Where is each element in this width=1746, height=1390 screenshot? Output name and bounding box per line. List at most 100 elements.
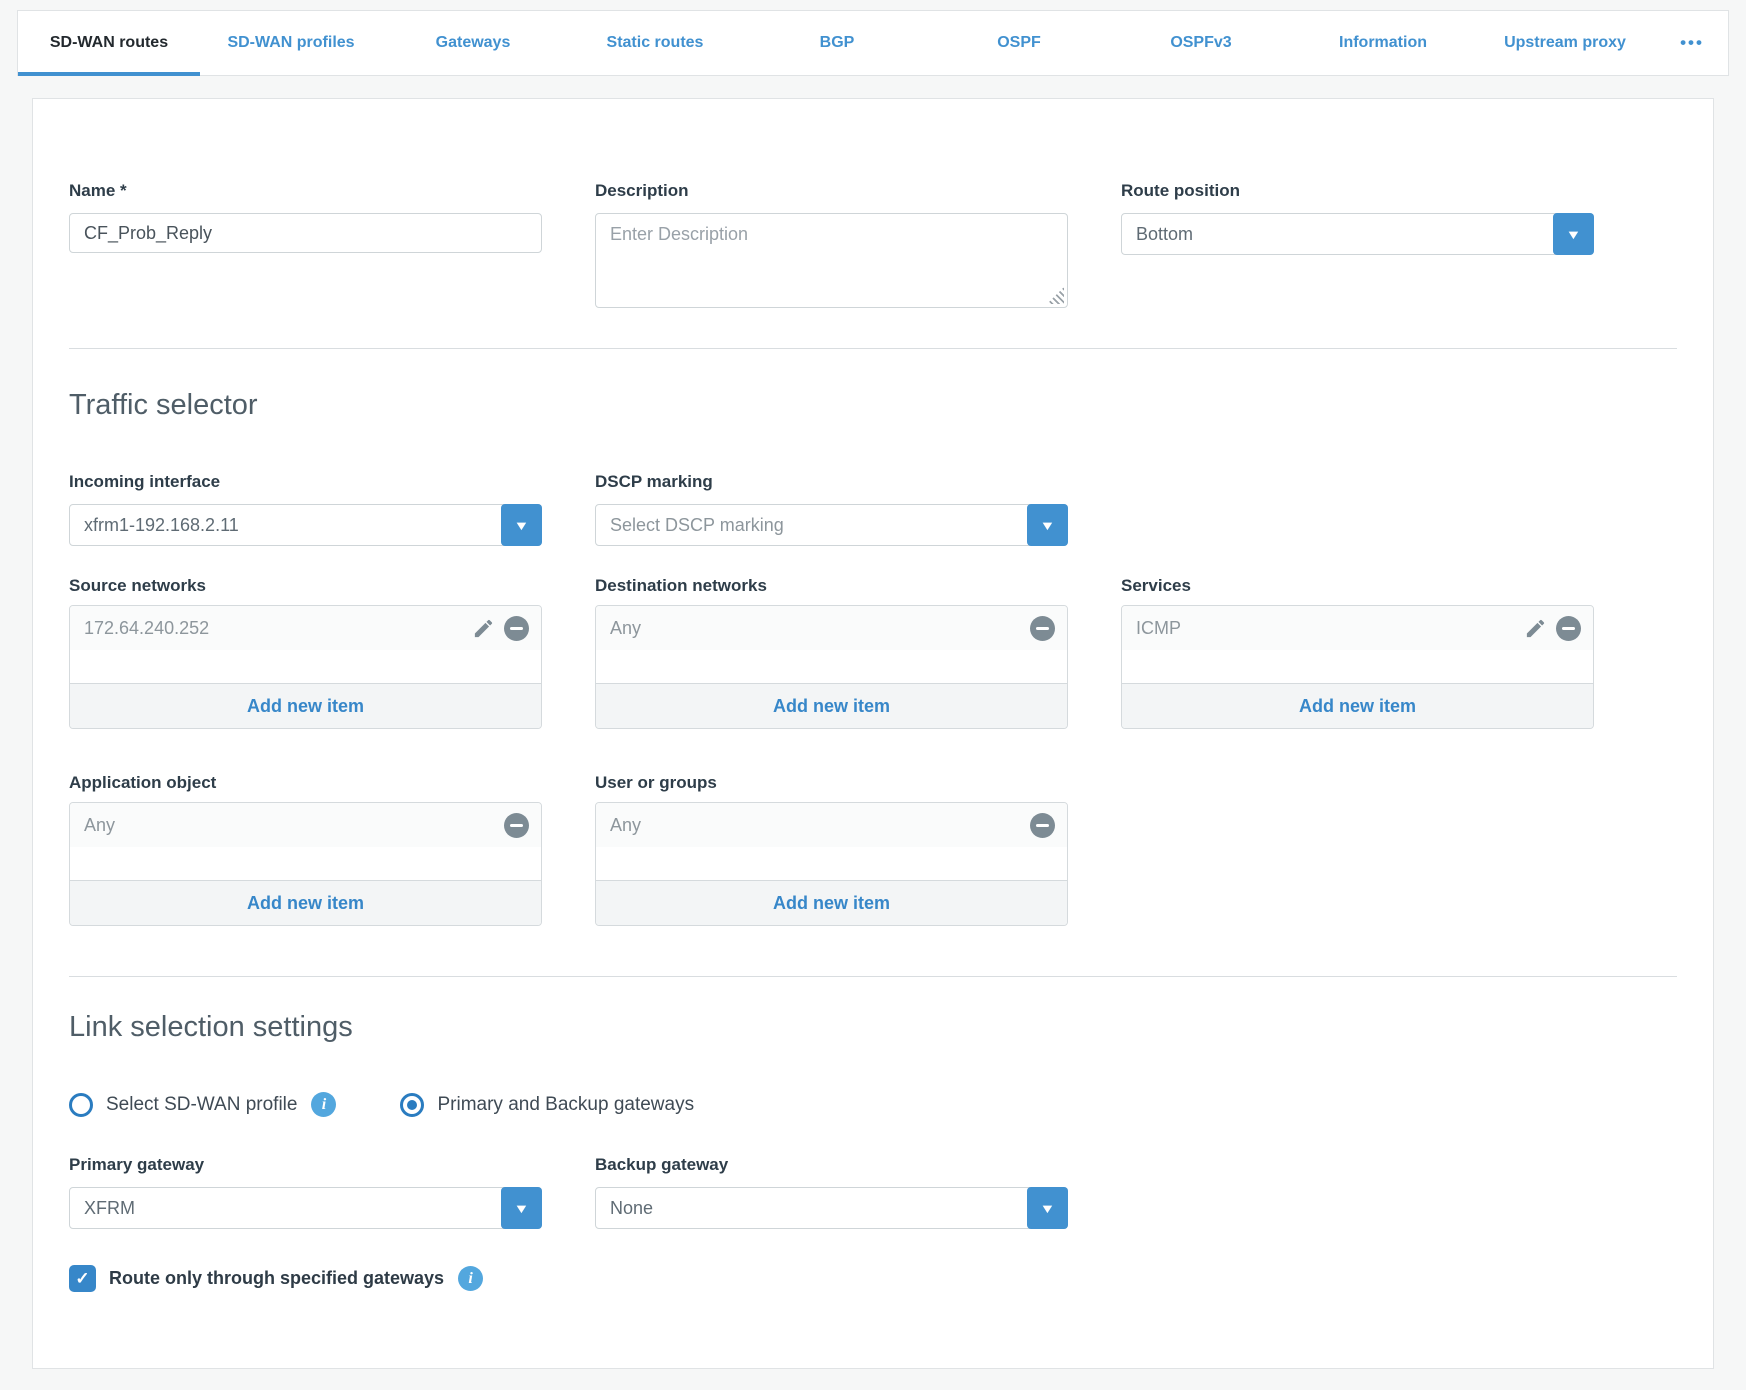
source-networks-group: Source networks 172.64.240.252 Add new i… <box>69 576 542 729</box>
application-object-group: Application object Any Add new item <box>69 773 542 926</box>
backup-gateway-dropdown-button[interactable]: ▼ <box>1027 1187 1068 1229</box>
destination-network-value: Any <box>610 618 1030 639</box>
radio-select-sd-wan-profile-label[interactable]: Select SD-WAN profile <box>106 1094 297 1116</box>
destination-networks-listbox: Any Add new item <box>595 605 1068 729</box>
backup-gateway-value: None <box>610 1198 653 1219</box>
incoming-interface-label: Incoming interface <box>69 472 542 492</box>
interface-dscp-row: Incoming interface xfrm1-192.168.2.11 ▼ … <box>69 472 1677 546</box>
add-application-object-button[interactable]: Add new item <box>70 880 541 925</box>
user-groups-group: User or groups Any Add new item <box>595 773 1068 926</box>
radio-checked-icon[interactable] <box>400 1093 424 1117</box>
chevron-down-icon: ▼ <box>513 1202 529 1215</box>
description-textarea[interactable] <box>595 213 1068 308</box>
source-network-value: 172.64.240.252 <box>84 618 472 639</box>
list-item: ICMP <box>1122 606 1593 650</box>
application-object-label: Application object <box>69 773 542 793</box>
tab-information[interactable]: Information <box>1292 11 1474 75</box>
dscp-marking-group: DSCP marking Select DSCP marking ▼ <box>595 472 1068 546</box>
checkbox-checked-icon[interactable]: ✓ <box>69 1265 96 1292</box>
radio-unchecked-icon[interactable] <box>69 1093 93 1117</box>
edit-icon[interactable] <box>1524 617 1547 640</box>
tab-ospf[interactable]: OSPF <box>928 11 1110 75</box>
route-position-select[interactable]: Bottom ▼ <box>1121 213 1594 255</box>
info-icon[interactable]: i <box>458 1266 483 1291</box>
more-tabs-icon[interactable]: ••• <box>1656 11 1728 75</box>
name-input[interactable] <box>69 213 542 253</box>
section-divider <box>69 348 1677 349</box>
traffic-selector-heading: Traffic selector <box>69 389 1677 422</box>
list-empty-space <box>70 847 541 880</box>
destination-networks-group: Destination networks Any Add new item <box>595 576 1068 729</box>
dscp-marking-select[interactable]: Select DSCP marking ▼ <box>595 504 1068 546</box>
list-item: Any <box>596 803 1067 847</box>
list-item: Any <box>70 803 541 847</box>
dscp-marking-placeholder: Select DSCP marking <box>610 515 784 536</box>
tab-sd-wan-profiles[interactable]: SD-WAN profiles <box>200 11 382 75</box>
backup-gateway-select[interactable]: None ▼ <box>595 1187 1068 1229</box>
edit-icon[interactable] <box>472 617 495 640</box>
application-object-value: Any <box>84 815 504 836</box>
list-item: 172.64.240.252 <box>70 606 541 650</box>
remove-item-icon[interactable] <box>1556 616 1581 641</box>
list-empty-space <box>70 650 541 683</box>
service-value: ICMP <box>1136 618 1524 639</box>
networks-services-row: Source networks 172.64.240.252 Add new i… <box>69 576 1677 729</box>
primary-gateway-select[interactable]: XFRM ▼ <box>69 1187 542 1229</box>
dscp-marking-label: DSCP marking <box>595 472 1068 492</box>
tab-gateways[interactable]: Gateways <box>382 11 564 75</box>
add-service-button[interactable]: Add new item <box>1122 683 1593 728</box>
remove-item-icon[interactable] <box>504 813 529 838</box>
user-groups-value: Any <box>610 815 1030 836</box>
chevron-down-icon: ▼ <box>1565 228 1581 241</box>
tab-bar: SD-WAN routes SD-WAN profiles Gateways S… <box>17 10 1729 76</box>
destination-networks-label: Destination networks <box>595 576 1068 596</box>
services-label: Services <box>1121 576 1594 596</box>
remove-item-icon[interactable] <box>1030 813 1055 838</box>
route-position-label: Route position <box>1121 181 1594 201</box>
route-only-checkbox-label[interactable]: Route only through specified gateways <box>109 1268 444 1289</box>
name-field-group: Name * <box>69 181 542 253</box>
sd-wan-route-form-panel: Name * Description Route position Bottom… <box>32 98 1714 1369</box>
description-label: Description <box>595 181 1068 201</box>
tab-bgp[interactable]: BGP <box>746 11 928 75</box>
incoming-interface-value: xfrm1-192.168.2.11 <box>84 515 239 536</box>
backup-gateway-label: Backup gateway <box>595 1155 1068 1175</box>
link-selection-radio-row: Select SD-WAN profile i Primary and Back… <box>69 1092 1677 1117</box>
user-groups-label: User or groups <box>595 773 1068 793</box>
incoming-interface-group: Incoming interface xfrm1-192.168.2.11 ▼ <box>69 472 542 546</box>
add-user-group-button[interactable]: Add new item <box>596 880 1067 925</box>
general-fields-row: Name * Description Route position Bottom… <box>69 181 1677 308</box>
chevron-down-icon: ▼ <box>513 519 529 532</box>
user-groups-listbox: Any Add new item <box>595 802 1068 926</box>
route-only-checkbox-row: ✓ Route only through specified gateways … <box>69 1265 1677 1292</box>
radio-primary-backup-gateways[interactable]: Primary and Backup gateways <box>400 1093 694 1117</box>
incoming-interface-select[interactable]: xfrm1-192.168.2.11 ▼ <box>69 504 542 546</box>
name-label: Name * <box>69 181 542 201</box>
route-position-dropdown-button[interactable]: ▼ <box>1553 213 1594 255</box>
remove-item-icon[interactable] <box>504 616 529 641</box>
description-field-group: Description <box>595 181 1068 308</box>
info-icon[interactable]: i <box>311 1092 336 1117</box>
incoming-interface-dropdown-button[interactable]: ▼ <box>501 504 542 546</box>
section-divider <box>69 976 1677 977</box>
chevron-down-icon: ▼ <box>1039 519 1055 532</box>
backup-gateway-group: Backup gateway None ▼ <box>595 1155 1068 1229</box>
primary-gateway-label: Primary gateway <box>69 1155 542 1175</box>
source-networks-label: Source networks <box>69 576 542 596</box>
add-destination-network-button[interactable]: Add new item <box>596 683 1067 728</box>
primary-gateway-value: XFRM <box>84 1198 135 1219</box>
radio-select-sd-wan-profile[interactable]: Select SD-WAN profile i <box>69 1092 336 1117</box>
primary-gateway-dropdown-button[interactable]: ▼ <box>501 1187 542 1229</box>
tab-static-routes[interactable]: Static routes <box>564 11 746 75</box>
tab-ospfv3[interactable]: OSPFv3 <box>1110 11 1292 75</box>
source-networks-listbox: 172.64.240.252 Add new item <box>69 605 542 729</box>
application-object-listbox: Any Add new item <box>69 802 542 926</box>
remove-item-icon[interactable] <box>1030 616 1055 641</box>
dscp-marking-dropdown-button[interactable]: ▼ <box>1027 504 1068 546</box>
tab-sd-wan-routes[interactable]: SD-WAN routes <box>18 11 200 75</box>
radio-primary-backup-gateways-label[interactable]: Primary and Backup gateways <box>437 1094 694 1116</box>
route-position-field-group: Route position Bottom ▼ <box>1121 181 1594 255</box>
add-source-network-button[interactable]: Add new item <box>70 683 541 728</box>
tab-upstream-proxy[interactable]: Upstream proxy <box>1474 11 1656 75</box>
chevron-down-icon: ▼ <box>1039 1202 1055 1215</box>
